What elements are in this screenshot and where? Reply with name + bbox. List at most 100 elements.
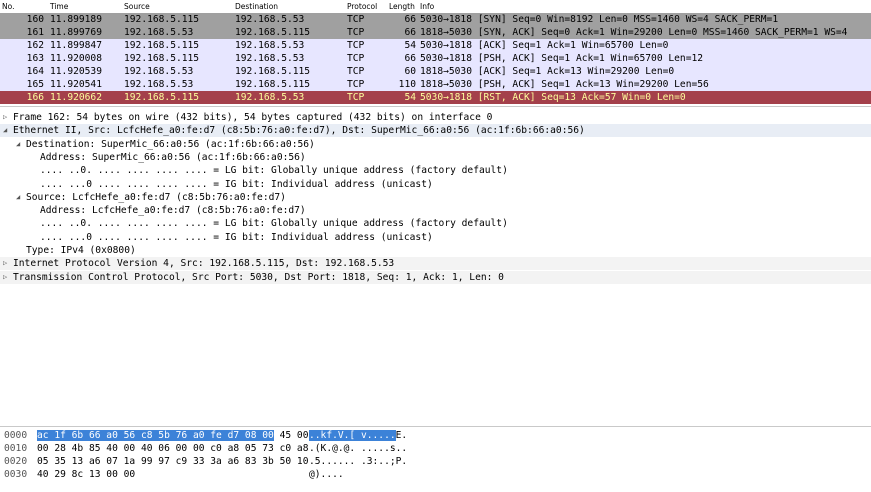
ascii-rest[interactable]: .5...... .3:..;P. (309, 456, 407, 467)
detail-line[interactable]: ▷ Frame 162: 54 bytes on wire (432 bits),… (0, 111, 871, 124)
packet-no: 165 (26, 79, 44, 90)
detail-line[interactable]: ▷ Transmission Control Protocol, Src Port… (0, 270, 871, 284)
packet-destination: 192.168.5.115 (235, 79, 311, 90)
detail-text: Destination: SuperMic_66:a0:56 (ac:1f:6b… (26, 138, 315, 150)
column-protocol[interactable]: Protocol (347, 2, 377, 11)
detail-line[interactable]: ◢ Ethernet II, Src: LcfcHefe_a0:fe:d7 (c8… (0, 124, 871, 138)
packet-protocol: TCP (347, 27, 365, 38)
pane-divider[interactable] (0, 106, 871, 107)
hex-bytes-rest[interactable]: 05 35 13 a6 07 1a 99 97 c9 33 3a a6 83 3… (37, 456, 308, 467)
detail-line[interactable]: ◢ Source: LcfcHefe_a0:fe:d7 (c8:5b:76:a0:… (0, 190, 871, 204)
hex-offset: 0010 (4, 443, 28, 454)
packet-row[interactable]: 162 11.899847 192.168.5.115 192.168.5.53 TCP… (0, 39, 871, 52)
packet-no: 162 (26, 40, 44, 51)
collapse-arrow-icon[interactable]: ◢ (3, 124, 7, 137)
collapse-arrow-icon[interactable]: ◢ (16, 138, 20, 151)
detail-text: Frame 162: 54 bytes on wire (432 bits), … (13, 112, 493, 123)
column-length[interactable]: Length (389, 2, 415, 11)
packet-source: 192.168.5.53 (124, 79, 194, 90)
hex-bytes[interactable]: 05 35 13 a6 07 1a 99 97 c9 33 3a a6 83 3… (37, 455, 308, 468)
packet-protocol: TCP (347, 66, 365, 77)
detail-line[interactable]: .... ..0. .... .... .... .... = LG bit: … (0, 217, 871, 231)
packet-time: 11.899769 (50, 27, 102, 38)
detail-text: .... ...0 .... .... .... .... = IG bit: … (40, 231, 433, 243)
ascii-bytes[interactable]: @).... (309, 468, 344, 481)
packet-time: 11.899189 (50, 14, 102, 25)
detail-line[interactable]: Type: IPv4 (0x0800) (0, 244, 871, 257)
packet-length: 66 (404, 27, 416, 38)
column-destination[interactable]: Destination (235, 2, 278, 11)
packet-info: 1818→5030 [PSH, ACK] Seq=1 Ack=13 Win=29… (420, 79, 709, 90)
column-no[interactable]: No. (2, 2, 14, 11)
ascii-bytes[interactable]: .5...... .3:..;P. (309, 455, 407, 468)
detail-text: Internet Protocol Version 4, Src: 192.16… (13, 258, 395, 270)
hex-offset: 0000 (4, 430, 28, 441)
hex-bytes-rest[interactable]: 45 00 (274, 430, 309, 441)
ascii-bytes[interactable]: .(K.@.@. .....s.. (309, 442, 407, 455)
expand-arrow-icon[interactable]: ▷ (3, 271, 7, 284)
packet-info: 5030→1818 [RST, ACK] Seq=13 Ack=57 Win=0… (420, 92, 686, 103)
packet-time: 11.920008 (50, 53, 102, 64)
packet-destination: 192.168.5.115 (235, 27, 311, 38)
detail-line[interactable]: Address: LcfcHefe_a0:fe:d7 (c8:5b:76:a0:… (0, 204, 871, 218)
packet-row[interactable]: 163 11.920008 192.168.5.115 192.168.5.53 TCP… (0, 52, 871, 65)
column-time[interactable]: Time (50, 2, 68, 11)
hex-bytes[interactable]: 40 29 8c 13 00 00 (37, 468, 135, 481)
packet-destination: 192.168.5.115 (235, 66, 311, 77)
detail-line[interactable]: .... ...0 .... .... .... .... = IG bit: … (0, 230, 871, 244)
packet-protocol: TCP (347, 79, 365, 90)
packet-length: 110 (398, 79, 416, 90)
ascii-rest[interactable]: E. (396, 430, 408, 441)
packet-no: 163 (26, 53, 44, 64)
packet-no: 161 (26, 27, 44, 38)
packet-source: 192.168.5.53 (124, 66, 194, 77)
detail-line[interactable]: Address: SuperMic_66:a0:56 (ac:1f:6b:66:… (0, 150, 871, 164)
detail-text: Type: IPv4 (0x0800) (26, 245, 136, 256)
detail-text: Address: SuperMic_66:a0:56 (ac:1f:6b:66:… (40, 151, 306, 163)
hex-bytes[interactable]: 00 28 4b 85 40 00 40 06 00 00 c0 a8 05 7… (37, 442, 308, 455)
collapse-arrow-icon[interactable]: ◢ (16, 191, 20, 204)
packet-row[interactable]: 166 11.920662 192.168.5.115 192.168.5.53 TCP… (0, 91, 871, 104)
packet-source: 192.168.5.53 (124, 27, 194, 38)
ascii-selected[interactable]: ..kf.V.[ v..... (309, 430, 396, 441)
detail-line[interactable]: ◢ Destination: SuperMic_66:a0:56 (ac:1f:6… (0, 137, 871, 151)
packet-row[interactable]: 164 11.920539 192.168.5.53 192.168.5.115 TCP… (0, 65, 871, 78)
expand-arrow-icon[interactable]: ▷ (3, 111, 7, 124)
detail-line[interactable]: .... ..0. .... .... .... .... = LG bit: … (0, 164, 871, 178)
expand-arrow-icon[interactable]: ▷ (3, 257, 7, 270)
detail-text: .... ..0. .... .... .... .... = LG bit: … (40, 165, 508, 177)
hex-bytes-selected[interactable]: ac 1f 6b 66 a0 56 c8 5b 76 a0 fe d7 08 0… (37, 430, 274, 441)
detail-text: Transmission Control Protocol, Src Port:… (13, 271, 504, 283)
packet-protocol: TCP (347, 53, 365, 64)
packet-time: 11.920541 (50, 79, 102, 90)
ascii-rest[interactable]: @).... (309, 469, 344, 480)
packet-row[interactable]: 160 11.899189 192.168.5.115 192.168.5.53 TCP… (0, 13, 871, 26)
packet-row[interactable]: 161 11.899769 192.168.5.53 192.168.5.115 TCP… (0, 26, 871, 39)
packet-time: 11.920539 (50, 66, 102, 77)
packet-no: 160 (26, 14, 44, 25)
column-info[interactable]: Info (420, 2, 434, 11)
hex-bytes-rest[interactable]: 40 29 8c 13 00 00 (37, 469, 135, 480)
packet-row[interactable]: 165 11.920541 192.168.5.53 192.168.5.115 TCP… (0, 78, 871, 91)
detail-text: Source: LcfcHefe_a0:fe:d7 (c8:5b:76:a0:f… (26, 191, 286, 203)
detail-line[interactable]: .... ...0 .... .... .... .... = IG bit: … (0, 177, 871, 191)
detail-line[interactable]: ▷ Internet Protocol Version 4, Src: 192.1… (0, 257, 871, 271)
packet-source: 192.168.5.115 (124, 14, 200, 25)
packet-info: 5030→1818 [SYN] Seq=0 Win=8192 Len=0 MSS… (420, 14, 779, 25)
detail-text: .... ...0 .... .... .... .... = IG bit: … (40, 178, 433, 190)
hex-bytes-rest[interactable]: 00 28 4b 85 40 00 40 06 00 00 c0 a8 05 7… (37, 443, 308, 454)
packet-time: 11.920662 (50, 92, 102, 103)
detail-text: Address: LcfcHefe_a0:fe:d7 (c8:5b:76:a0:… (40, 205, 306, 217)
packet-destination: 192.168.5.53 (235, 53, 305, 64)
hex-bytes[interactable]: ac 1f 6b 66 a0 56 c8 5b 76 a0 fe d7 08 0… (37, 429, 308, 442)
ascii-rest[interactable]: .(K.@.@. .....s.. (309, 443, 407, 454)
column-source[interactable]: Source (124, 2, 150, 11)
detail-text: .... ..0. .... .... .... .... = LG bit: … (40, 218, 508, 230)
packet-destination: 192.168.5.53 (235, 14, 305, 25)
packet-length: 60 (404, 66, 416, 77)
packet-info: 1818→5030 [ACK] Seq=1 Ack=13 Win=29200 L… (420, 66, 675, 77)
packet-length: 54 (404, 92, 416, 103)
packet-info: 5030→1818 [PSH, ACK] Seq=1 Ack=1 Win=657… (420, 53, 704, 64)
ascii-bytes[interactable]: ..kf.V.[ v.....E. (309, 429, 407, 442)
packet-source: 192.168.5.115 (124, 53, 200, 64)
